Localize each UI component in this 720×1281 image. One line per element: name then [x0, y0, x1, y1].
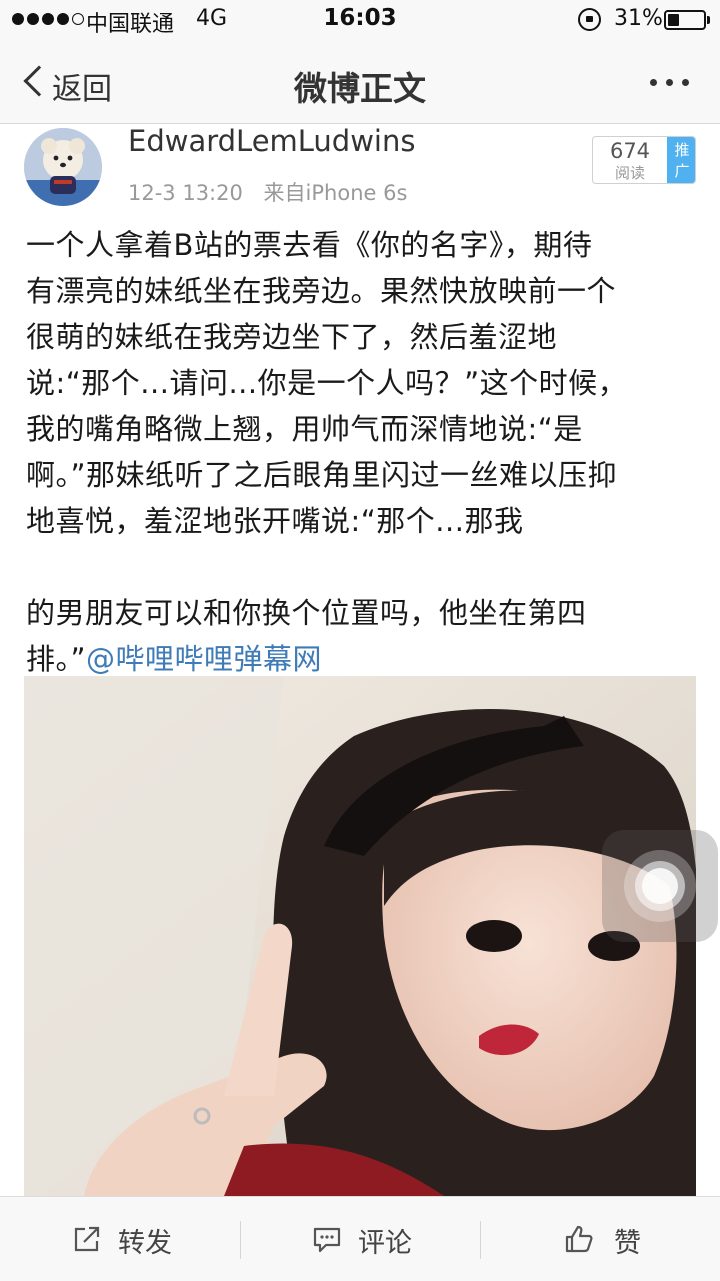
battery-fill: [668, 14, 679, 26]
more-button[interactable]: [640, 62, 700, 102]
screen: 中国联通 4G 16:03 31% 返回 微博正文 EdwardLemLudwi…: [0, 0, 720, 1281]
post-image[interactable]: [24, 676, 696, 1196]
mention-link[interactable]: @哔哩哔哩弹幕网: [86, 642, 322, 676]
avatar-dog-image: [24, 128, 102, 206]
read-count-badge: 674 阅读 推 广: [592, 136, 696, 184]
battery-tip: [707, 16, 710, 24]
thumbs-up-icon: [565, 1225, 593, 1253]
post-meta: 12-3 13:20 来自iPhone 6s: [128, 177, 407, 207]
like-label: 赞: [614, 1228, 641, 1259]
like-button[interactable]: 赞: [480, 1197, 720, 1281]
avatar[interactable]: [24, 128, 102, 206]
post-time: 12-3 13:20: [128, 181, 243, 205]
comment-icon: [313, 1227, 341, 1253]
promote-label-1: 推: [674, 141, 690, 159]
post-text-line: 啊。”那妹纸听了之后眼角里闪过一丝难以压抑: [26, 458, 618, 492]
post-text-line: 很萌的妹纸在我旁边坐下了，然后羞涩地: [26, 320, 558, 354]
post-text: 一个人拿着B站的票去看《你的名字》，期待 有漂亮的妹纸坐在我旁边。果然快放映前一…: [26, 222, 698, 682]
more-horizontal-icon: [650, 79, 689, 86]
promote-button[interactable]: 推 广: [667, 137, 695, 183]
post-text-line: 的男朋友可以和你换个位置吗，他坐在第四: [26, 596, 587, 630]
bottom-toolbar: 转发 评论 赞: [0, 1196, 720, 1281]
battery-percent: 31%: [614, 6, 663, 31]
post-text-line: 地喜悦，羞涩地张开嘴说:“那个...那我: [26, 504, 524, 538]
read-count: 674: [609, 139, 651, 163]
status-bar: 中国联通 4G 16:03 31%: [0, 0, 720, 40]
repost-label: 转发: [118, 1228, 172, 1259]
assistive-touch-button[interactable]: [602, 830, 718, 942]
post-text-tail: 排。”: [26, 642, 87, 676]
status-time: 16:03: [323, 5, 397, 31]
post-photo-illustration: [24, 676, 696, 1196]
post-text-line: 我的嘴角略微上翘，用帅气而深情地说:“是: [26, 412, 583, 446]
post-source: 来自iPhone 6s: [263, 181, 408, 205]
comment-button[interactable]: 评论: [240, 1197, 480, 1281]
post-text-line: 说:“那个...请问...你是一个人吗？”这个时候，: [26, 366, 628, 400]
battery-icon: [664, 10, 706, 30]
nav-bar: 返回 微博正文: [0, 40, 720, 124]
page-title: 微博正文: [294, 69, 426, 108]
author-name[interactable]: EdwardLemLudwins: [128, 124, 415, 158]
rotation-lock-icon: [578, 8, 601, 31]
repost-icon: [74, 1226, 100, 1252]
post-text-line: 一个人拿着B站的票去看《你的名字》，期待: [26, 228, 593, 262]
post-text-line: 有漂亮的妹纸坐在我旁边。果然快放映前一个: [26, 274, 617, 308]
repost-button[interactable]: 转发: [0, 1197, 240, 1281]
post-text-blank-line: [26, 544, 698, 590]
comment-label: 评论: [358, 1228, 412, 1259]
read-label: 阅读: [614, 164, 645, 182]
promote-label-2: 广: [674, 162, 690, 180]
